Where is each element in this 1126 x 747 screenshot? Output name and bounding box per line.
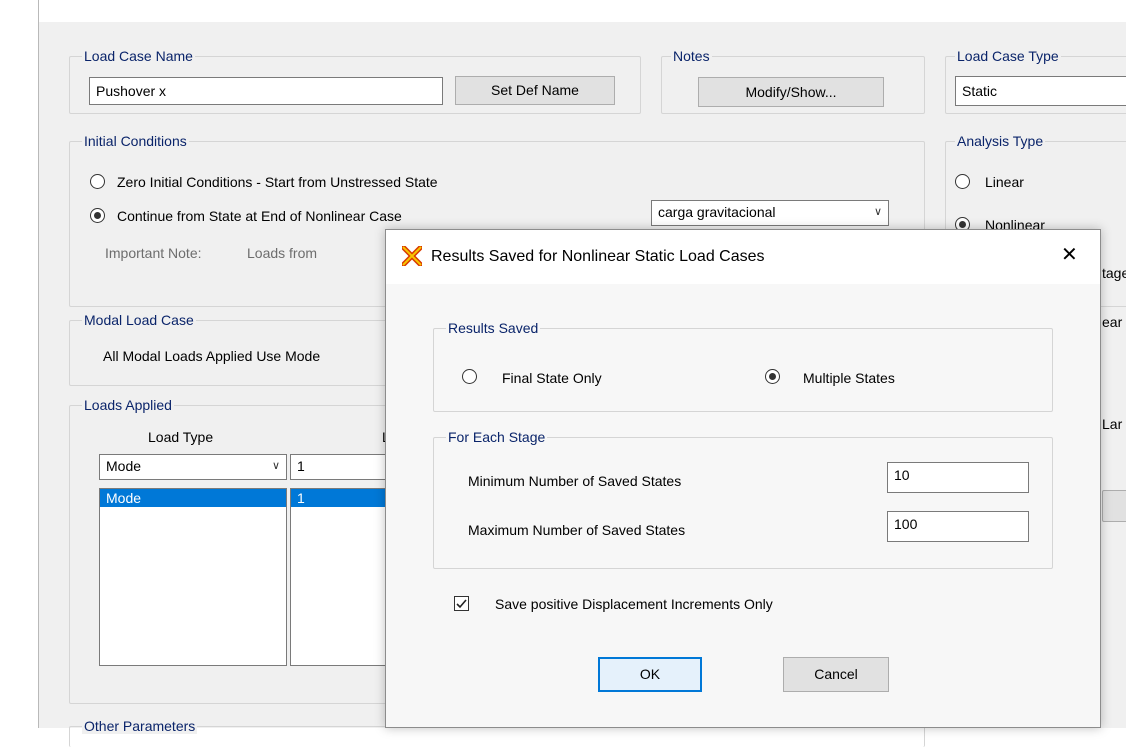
linear-radio[interactable]	[955, 174, 970, 189]
results-saved-dialog: Results Saved for Nonlinear Static Load …	[385, 229, 1101, 728]
chevron-down-icon: ∨	[873, 206, 882, 218]
modal-load-case-label: Modal Load Case	[82, 312, 196, 328]
partial-label-lar: Lar	[1102, 416, 1123, 432]
nonlinear-case-combo[interactable]: carga gravitacional ∨	[651, 200, 889, 226]
other-parameters-label: Other Parameters	[82, 718, 198, 734]
multiple-states-label: Multiple States	[803, 370, 895, 386]
results-saved-label: Results Saved	[446, 320, 541, 336]
top-strip	[39, 0, 1126, 22]
load-case-type-combo[interactable]: Static	[955, 76, 1126, 106]
load-type-combo[interactable]: Mode ∨	[99, 454, 287, 480]
load-case-name-input[interactable]	[89, 77, 443, 105]
load-type-combo-value: Mode	[106, 458, 142, 474]
continue-state-label: Continue from State at End of Nonlinear …	[117, 208, 402, 224]
save-positive-checkbox[interactable]	[454, 596, 469, 611]
zero-initial-label: Zero Initial Conditions - Start from Uns…	[117, 174, 438, 190]
notes-label: Notes	[671, 48, 712, 64]
final-state-label: Final State Only	[502, 370, 602, 386]
load-type-list-item[interactable]: Mode	[100, 489, 286, 507]
linear-label: Linear	[985, 174, 1024, 190]
max-saved-states-label: Maximum Number of Saved States	[468, 522, 686, 538]
min-saved-states-input[interactable]: 10	[887, 462, 1029, 493]
load-case-type-label: Load Case Type	[955, 48, 1061, 64]
final-state-radio[interactable]	[462, 369, 477, 384]
important-note-label: Important Note:	[105, 245, 202, 261]
partial-label-ear: ear	[1102, 314, 1123, 330]
left-panel-edge	[0, 0, 39, 728]
cancel-button[interactable]: Cancel	[783, 657, 889, 692]
nonlinear-case-value: carga gravitacional	[658, 204, 776, 220]
min-saved-states-label: Minimum Number of Saved States	[468, 473, 682, 489]
ok-button[interactable]: OK	[598, 657, 702, 692]
close-icon[interactable]: ✕	[1061, 244, 1078, 266]
zero-initial-radio[interactable]	[90, 174, 105, 189]
initial-conditions-label: Initial Conditions	[82, 133, 189, 149]
dialog-title: Results Saved for Nonlinear Static Load …	[431, 248, 765, 265]
load-type-list[interactable]: Mode	[99, 488, 287, 666]
modal-load-case-text: All Modal Loads Applied Use Mode	[103, 348, 321, 364]
checkmark-icon	[456, 599, 467, 609]
for-each-stage-group	[433, 437, 1053, 569]
partial-label-tage: tage	[1102, 265, 1126, 281]
for-each-stage-label: For Each Stage	[446, 429, 548, 445]
load-case-name-label: Load Case Name	[82, 48, 195, 64]
load-type-header: Load Type	[148, 429, 214, 445]
other-parameters-group	[69, 726, 925, 747]
partial-button-right[interactable]	[1102, 490, 1126, 522]
continue-state-radio[interactable]	[90, 208, 105, 223]
chevron-down-icon: ∨	[271, 460, 280, 472]
set-def-name-button[interactable]: Set Def Name	[455, 76, 615, 105]
loads-applied-label: Loads Applied	[82, 397, 174, 413]
sap-app-icon	[402, 246, 422, 266]
multiple-states-radio[interactable]	[765, 369, 780, 384]
important-note-text: Loads from	[247, 245, 318, 261]
modify-show-button[interactable]: Modify/Show...	[698, 77, 884, 107]
max-saved-states-input[interactable]: 100	[887, 511, 1029, 542]
analysis-type-label: Analysis Type	[955, 133, 1046, 149]
save-positive-label: Save positive Displacement Increments On…	[495, 596, 773, 612]
load-case-type-value: Static	[962, 83, 998, 99]
